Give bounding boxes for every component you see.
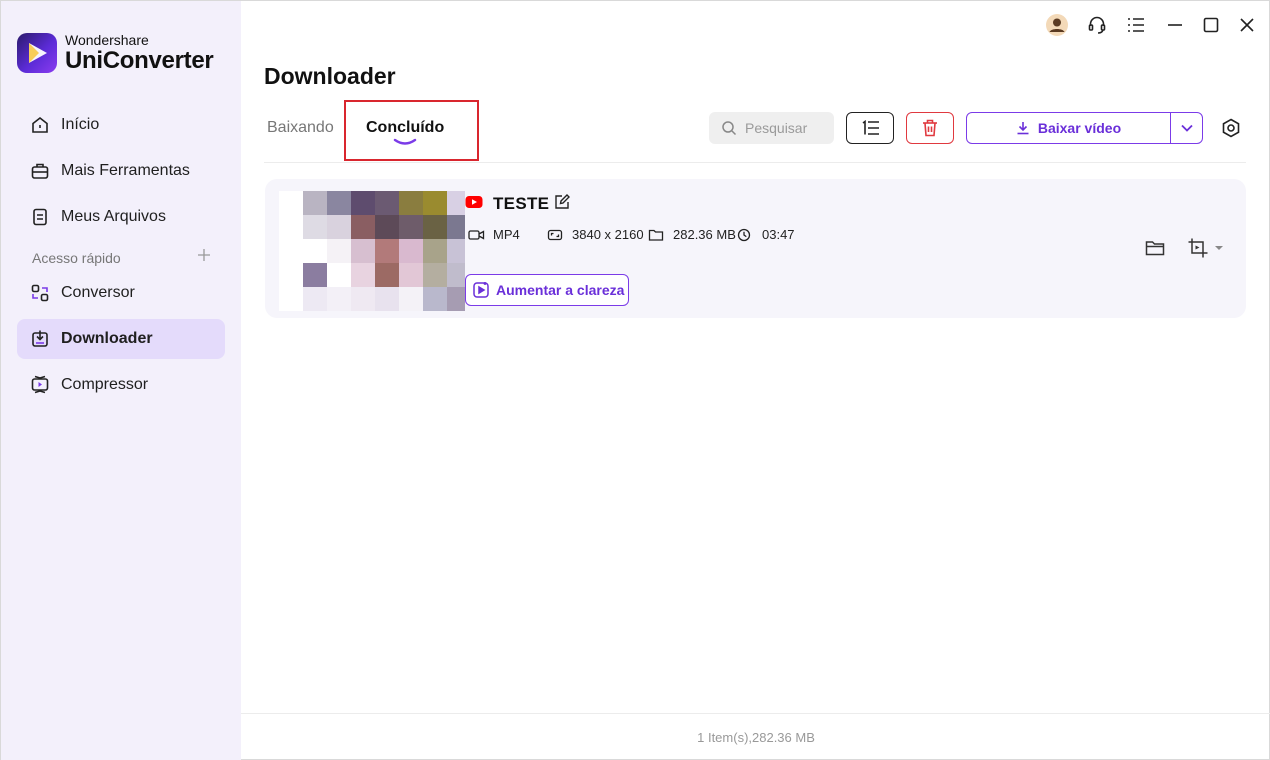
list-item[interactable] (265, 179, 1246, 318)
compressor-icon (29, 374, 51, 396)
brand-product: UniConverter (65, 47, 214, 74)
download-options-dropdown[interactable] (1171, 113, 1202, 143)
sidebar-item-label: Meus Arquivos (61, 208, 166, 225)
folder-icon (648, 229, 664, 241)
item-format: MP4 (468, 227, 520, 242)
quick-access-nav: Conversor Downloader Compressor (17, 273, 225, 405)
trash-icon (923, 119, 937, 137)
download-icon (1017, 122, 1029, 135)
chevron-down-icon (1180, 124, 1193, 132)
delete-button[interactable] (906, 112, 954, 144)
tab-baixando[interactable]: Baixando (267, 119, 334, 137)
enhance-clarity-label: Aumentar a clareza (496, 282, 625, 298)
page-title: Downloader (264, 63, 396, 89)
sidebar-item-conversor[interactable]: Conversor (17, 273, 225, 313)
video-thumbnail[interactable] (279, 191, 465, 313)
sidebar-item-mais-ferramentas[interactable]: Mais Ferramentas (17, 151, 225, 191)
open-folder-icon (1145, 241, 1165, 256)
item-duration: 03:47 (737, 227, 795, 242)
toolbox-icon (29, 160, 51, 182)
support-headset-icon[interactable] (1085, 13, 1109, 37)
sidebar-item-compressor[interactable]: Compressor (17, 365, 225, 405)
enhance-icon (473, 282, 489, 298)
status-bar: 1 Item(s),282.36 MB (241, 713, 1270, 760)
brand: Wondershare UniConverter (17, 32, 214, 74)
sidebar-item-label: Mais Ferramentas (61, 162, 190, 179)
open-folder-button[interactable] (1144, 237, 1166, 259)
close-icon[interactable] (1235, 13, 1259, 37)
minimize-icon[interactable] (1163, 13, 1187, 37)
settings-icon (1222, 118, 1240, 138)
sidebar-item-label: Início (61, 116, 100, 133)
edit-video-button[interactable] (1187, 237, 1227, 259)
rename-edit-icon[interactable] (554, 194, 570, 215)
item-title: TESTE (493, 194, 550, 213)
menu-icon[interactable] (1124, 13, 1148, 37)
uniconverter-logo-icon (17, 33, 57, 73)
enhance-clarity-button[interactable]: Aumentar a clareza (465, 274, 629, 306)
caret-down-icon[interactable] (1213, 244, 1225, 252)
video-camera-icon (468, 229, 485, 240)
search-input[interactable] (745, 120, 829, 136)
sidebar-item-label: Conversor (61, 284, 135, 301)
youtube-icon (465, 196, 483, 208)
sidebar-item-meus-arquivos[interactable]: Meus Arquivos (17, 197, 225, 237)
sort-button[interactable] (846, 112, 894, 144)
account-avatar[interactable] (1045, 13, 1069, 37)
item-size: 282.36 MB (648, 227, 736, 242)
divider (264, 162, 1246, 163)
brand-company: Wondershare (65, 32, 149, 48)
maximize-icon[interactable] (1199, 13, 1223, 37)
resolution-icon (547, 229, 563, 240)
download-video-button[interactable]: Baixar vídeo (966, 112, 1203, 144)
main-nav: Início Mais Ferramentas Meus Arquivos (17, 105, 225, 237)
home-icon (29, 114, 51, 136)
search-box[interactable] (709, 112, 834, 144)
sidebar-item-label: Compressor (61, 376, 149, 393)
downloader-icon (29, 328, 51, 350)
sidebar-item-label: Downloader (61, 330, 153, 347)
download-video-main[interactable]: Baixar vídeo (967, 113, 1171, 143)
item-resolution: 3840 x 2160 (547, 227, 644, 242)
converter-icon (29, 282, 51, 304)
sidebar-item-inicio[interactable]: Início (17, 105, 225, 145)
duration-value: 03:47 (762, 227, 795, 242)
download-video-label: Baixar vídeo (1037, 120, 1122, 136)
file-icon (29, 206, 51, 228)
search-icon (722, 121, 737, 136)
format-value: MP4 (493, 227, 520, 242)
quick-access-label: Acesso rápido (32, 250, 121, 266)
resolution-value: 3840 x 2160 (572, 227, 644, 242)
add-quick-access-button[interactable] (196, 247, 212, 263)
footer-summary: 1 Item(s),282.36 MB (697, 730, 815, 745)
app-window: Wondershare UniConverter Início Mais Fer… (0, 0, 1270, 760)
sort-list-icon (862, 120, 879, 135)
sidebar-item-downloader[interactable]: Downloader (17, 319, 225, 359)
clock-icon (737, 228, 751, 241)
highlight-annotation (344, 100, 479, 161)
sidebar: Wondershare UniConverter Início Mais Fer… (1, 1, 241, 760)
size-value: 282.36 MB (673, 227, 736, 242)
settings-button[interactable] (1219, 116, 1243, 140)
crop-edit-icon (1188, 238, 1208, 258)
